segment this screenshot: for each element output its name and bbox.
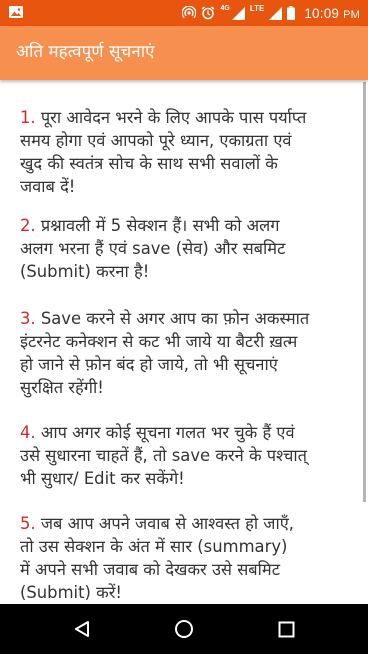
notice-line: 4. आप अगर कोई सूचना गलत भर चुके हैं एवं	[20, 421, 356, 444]
notice-number: 4.	[20, 423, 36, 442]
home-button[interactable]	[154, 604, 214, 654]
notice-line: 5. जब आप अपने जवाब से आश्वस्त हो जाएँ,	[20, 512, 356, 535]
notice-line: (Submit) करें!	[20, 583, 123, 602]
status-bar: 4G LTE 10:09 PM	[0, 0, 368, 26]
notice-line: खुद की स्वतंत्र सोच के साथ सभी सवालों के	[20, 154, 278, 173]
notice-line: अलग भरना हैं एवं save (सेव) और सबमिट	[20, 239, 286, 258]
notice-line: तो उस सेक्शन के अंत में सार (summary)	[20, 537, 288, 556]
image-icon	[9, 6, 23, 18]
notice-line: में अपने सभी जवाब को देखकर उसे सबमिट	[20, 560, 280, 579]
notice-line: 1. पूरा आवेदन भरने के लिए आपके पास पर्या…	[20, 106, 356, 129]
recents-button[interactable]	[256, 604, 316, 654]
notice-line: 2. प्रश्नावली में 5 सेक्शन हैं। सभी को अ…	[20, 214, 356, 237]
hotspot-icon	[182, 6, 197, 20]
back-button[interactable]	[52, 604, 112, 654]
recents-icon	[278, 621, 294, 637]
notice-line: जवाब दें!	[20, 177, 76, 196]
notice-line: भी सुधार/ Edit कर सकेंगे!	[20, 469, 185, 488]
notice-number: 2.	[20, 216, 36, 235]
alarm-icon	[201, 6, 215, 20]
notice-text: पूरा आवेदन भरने के लिए आपके पास पर्याप्त	[40, 108, 307, 127]
notice-item: 5. जब आप अपने जवाब से आश्वस्त हो जाएँ, त…	[20, 512, 356, 604]
notice-item: 4. आप अगर कोई सूचना गलत भर चुके हैं एवं …	[20, 421, 356, 490]
notice-line: (Submit) करना है!	[20, 262, 150, 281]
notice-text: प्रश्नावली में 5 सेक्शन हैं। सभी को अलग	[40, 216, 280, 235]
network-4g-label: 4G	[220, 4, 230, 12]
notice-text: Save करने से अगर आप का फ़ोन अकस्मात	[40, 309, 310, 328]
notice-item: 3. Save करने से अगर आप का फ़ोन अकस्मात इ…	[20, 307, 356, 399]
notice-number: 5.	[20, 514, 36, 533]
signal-icon	[231, 6, 245, 20]
notice-line: हो जाने से फ़ोन बंद हो जाये, तो भी सूचना…	[20, 355, 278, 374]
clock: 10:09 PM	[304, 6, 360, 21]
notice-line: इंटरनेट कनेक्शन से कट भी जाये या बैटरी ख…	[20, 332, 298, 351]
notice-line: 3. Save करने से अगर आप का फ़ोन अकस्मात	[20, 307, 356, 330]
notice-text: आप अगर कोई सूचना गलत भर चुके हैं एवं	[40, 423, 295, 442]
notice-text: जब आप अपने जवाब से आश्वस्त हो जाएँ,	[40, 514, 294, 533]
app-bar: अति महत्वपूर्ण सूचनाएं	[0, 26, 368, 80]
notice-item: 2. प्रश्नावली में 5 सेक्शन हैं। सभी को अ…	[20, 214, 356, 283]
notice-number: 1.	[20, 108, 36, 127]
clock-ampm: PM	[343, 8, 360, 21]
navigation-bar	[0, 604, 368, 654]
page-title: अति महत्वपूर्ण सूचनाएं	[16, 42, 155, 62]
scrollbar[interactable]	[363, 82, 366, 502]
notice-line: उसे सुधारना चाहतें हैं, तो save करने के …	[20, 446, 308, 465]
battery-icon	[287, 6, 296, 20]
network-lte-label: LTE	[249, 4, 265, 13]
notice-item: 1. पूरा आवेदन भरने के लिए आपके पास पर्या…	[20, 106, 356, 198]
back-icon	[75, 621, 89, 637]
clock-time: 10:09	[304, 5, 340, 21]
notice-line: समय होगा एवं आपको पूरे ध्यान, एकाग्रता ए…	[20, 131, 292, 150]
notice-list[interactable]: 1. पूरा आवेदन भरने के लिए आपके पास पर्या…	[0, 80, 368, 604]
notice-number: 3.	[20, 309, 36, 328]
home-icon	[175, 620, 193, 638]
notice-line: सुरक्षित रहेंगी!	[20, 378, 104, 397]
signal-icon	[269, 6, 283, 20]
